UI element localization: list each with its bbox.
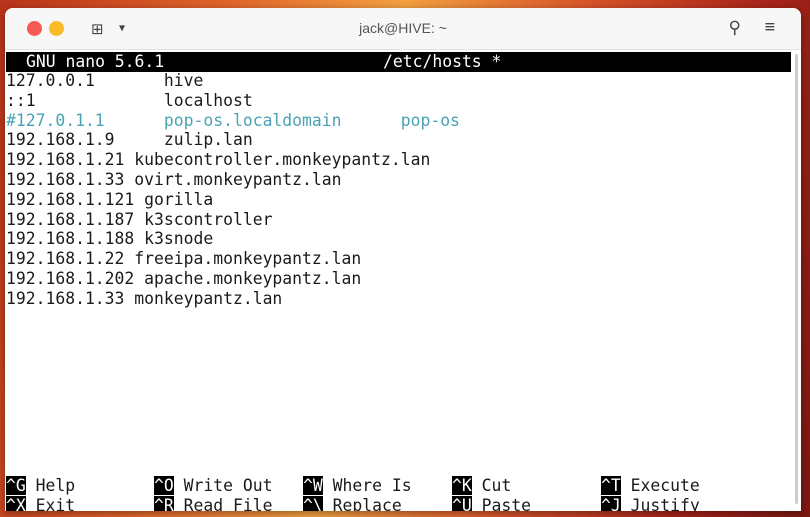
shortcut-label: Execute [630, 476, 700, 495]
shortcut-write-out[interactable]: ^O Write Out [154, 476, 272, 496]
shortcut-label: Where Is [332, 476, 412, 495]
shortcut-label: Exit [35, 495, 76, 511]
shortcut-replace[interactable]: ^\ Replace [303, 495, 412, 511]
shortcut-exit[interactable]: ^X Exit [6, 495, 76, 511]
host-line[interactable]: 192.168.1.202 apache.monkeypantz.lan [6, 269, 460, 289]
comment-line[interactable]: #127.0.1.1 pop-os.localdomain pop-os [6, 111, 460, 131]
shortcut-column: ^T Execute ^J Justify [601, 476, 700, 511]
shortcut-column: ^O Write Out ^R Read File [154, 476, 272, 511]
window-title: jack@HIVE: ~ [359, 20, 447, 36]
shortcut-key: ^O [154, 476, 174, 495]
host-line[interactable]: 192.168.1.22 freeipa.monkeypantz.lan [6, 249, 460, 269]
shortcut-label: Cut [481, 476, 512, 495]
shortcut-column: ^G Help ^X Exit [6, 476, 75, 511]
shortcut-label: Write Out [183, 476, 273, 495]
shortcut-label: Justify [630, 495, 700, 511]
terminal-window: ⊞ ▼ jack@HIVE: ~ ⚲ ≡ GNU nano 5.6.1 /etc… [5, 8, 801, 511]
host-line[interactable]: 127.0.0.1 hive [6, 71, 460, 91]
shortcut-key: ^R [154, 495, 174, 511]
shortcut-column: ^W Where Is ^\ Replace [303, 476, 412, 511]
shortcut-key: ^J [601, 495, 621, 511]
shortcut-key: ^\ [303, 495, 323, 511]
shortcut-label: Read File [183, 495, 273, 511]
shortcut-key: ^W [303, 476, 323, 495]
shortcut-column: ^K Cut ^U Paste [452, 476, 531, 511]
scrollbar[interactable] [795, 54, 798, 504]
shortcut-paste[interactable]: ^U Paste [452, 495, 531, 511]
title-bar: ⊞ ▼ jack@HIVE: ~ ⚲ ≡ [5, 8, 801, 50]
host-line[interactable]: 192.168.1.21 kubecontroller.monkeypantz.… [6, 150, 460, 170]
host-line[interactable]: 192.168.1.33 monkeypantz.lan [6, 289, 460, 309]
host-line[interactable]: 192.168.1.33 ovirt.monkeypantz.lan [6, 170, 460, 190]
shortcut-label: Replace [332, 495, 402, 511]
host-line[interactable]: 192.168.1.187 k3scontroller [6, 210, 460, 230]
shortcut-help[interactable]: ^G Help [6, 476, 75, 496]
shortcut-execute[interactable]: ^T Execute [601, 476, 700, 496]
search-icon[interactable]: ⚲ [729, 18, 741, 38]
host-line[interactable]: 192.168.1.121 gorilla [6, 190, 460, 210]
shortcut-key: ^G [6, 476, 26, 495]
shortcut-key: ^K [452, 476, 472, 495]
file-content[interactable]: 127.0.0.1 hive::1 localhost #127.0.1.1 po… [6, 71, 460, 309]
host-line[interactable]: ::1 localhost [6, 91, 460, 111]
nano-version: GNU nano 5.6.1 [26, 52, 165, 71]
shortcut-cut[interactable]: ^K Cut [452, 476, 531, 496]
shortcut-where-is[interactable]: ^W Where Is [303, 476, 412, 496]
shortcut-label: Help [35, 476, 76, 495]
shortcut-justify[interactable]: ^J Justify [601, 495, 700, 511]
nano-header: GNU nano 5.6.1 /etc/hosts * [6, 52, 791, 72]
shortcut-label: Paste [481, 495, 531, 511]
shortcut-read-file[interactable]: ^R Read File [154, 495, 273, 511]
host-line[interactable]: 192.168.1.9 zulip.lan [6, 130, 460, 150]
hamburger-menu-icon[interactable]: ≡ [765, 17, 775, 37]
host-line[interactable]: 192.168.1.188 k3snode [6, 229, 460, 249]
shortcut-key: ^U [452, 495, 472, 511]
nano-filename: /etc/hosts * [383, 52, 502, 71]
shortcut-key: ^T [601, 476, 621, 495]
shortcut-key: ^X [6, 495, 26, 511]
terminal-content[interactable]: GNU nano 5.6.1 /etc/hosts * 127.0.0.1 hi… [5, 50, 801, 511]
